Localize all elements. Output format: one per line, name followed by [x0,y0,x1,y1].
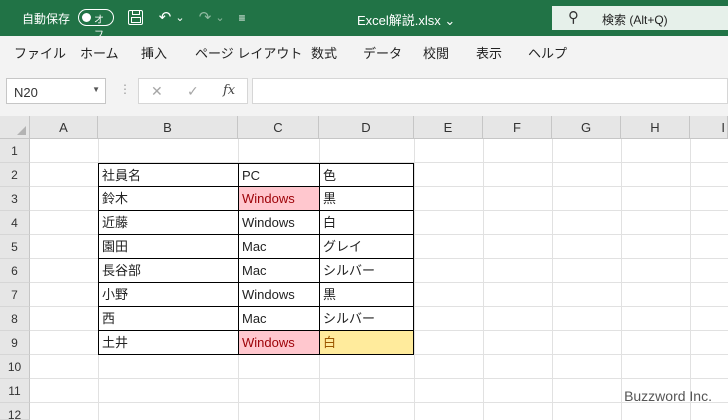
column-header-h[interactable]: H [621,116,690,139]
ribbon-tabs: ファイル ホーム 挿入 ページ レイアウト 数式 データ 校閲 表示 ヘルプ [0,36,728,68]
search-icon: ⚲ [568,9,579,26]
name-box[interactable]: N20 ▼ [6,78,106,104]
table-cell[interactable]: 西 [98,306,239,331]
name-box-value: N20 [14,85,38,100]
row-header-3[interactable]: 3 [0,187,30,211]
search-placeholder: 検索 (Alt+Q) [602,13,668,27]
table-cell[interactable]: 黒 [319,282,414,307]
watermark-text: Buzzword Inc. [624,388,712,404]
redo-icon: ↷ [198,9,212,26]
tab-help[interactable]: ヘルプ [528,43,567,62]
tab-review[interactable]: 校閲 [423,43,449,62]
select-all-button[interactable] [0,116,30,139]
save-icon[interactable] [128,10,143,25]
row-header-2[interactable]: 2 [0,163,30,187]
row-header-10[interactable]: 10 [0,355,30,379]
column-header-c[interactable]: C [238,116,319,139]
spreadsheet-grid[interactable]: A B C D E F G H I 1 2 3 4 5 6 7 8 9 10 1… [0,116,728,420]
tab-page-layout[interactable]: ページ レイアウト [195,43,302,62]
table-cell[interactable]: 近藤 [98,210,239,235]
chevron-down-icon: ▼ [92,85,100,94]
row-header-11[interactable]: 11 [0,379,30,403]
tab-data[interactable]: データ [363,43,402,62]
column-header-d[interactable]: D [319,116,414,139]
table-cell-highlighted[interactable]: 白 [319,330,414,355]
tab-formulas[interactable]: 数式 [311,43,337,62]
table-cell[interactable]: グレイ [319,234,414,259]
table-cell[interactable]: 鈴木 [98,186,239,211]
tab-file[interactable]: ファイル [14,43,66,62]
chevron-down-icon: ⌄ [444,13,456,28]
toggle-knob [82,13,91,22]
undo-icon[interactable]: ↶ [156,8,174,28]
table-cell-highlighted[interactable]: Windows [238,186,320,211]
row-header-4[interactable]: 4 [0,211,30,235]
tab-insert[interactable]: 挿入 [141,43,167,62]
tab-home[interactable]: ホーム [80,43,119,62]
table-cell[interactable]: シルバー [319,306,414,331]
formula-bar: N20 ▼ ⋮ ✕ ✓ fx [0,68,728,116]
undo-dropdown-icon[interactable]: ⌄ [174,8,186,28]
table-cell[interactable]: Mac [238,234,320,259]
table-header-cell[interactable]: PC [238,163,320,187]
row-header-5[interactable]: 5 [0,235,30,259]
table-cell[interactable]: 小野 [98,282,239,307]
table-header-cell[interactable]: 色 [319,163,414,187]
gridline [30,378,728,379]
autosave-toggle[interactable]: オフ [78,9,114,41]
redo-dropdown-icon: ⌄ [215,12,225,24]
row-header-6[interactable]: 6 [0,259,30,283]
column-header-a[interactable]: A [30,116,98,139]
formula-input[interactable] [252,78,728,104]
cancel-icon[interactable]: ✕ [151,83,163,100]
row-header-9[interactable]: 9 [0,331,30,355]
table-cell[interactable]: Windows [238,210,320,235]
table-cell[interactable]: 黒 [319,186,414,211]
separator-handle-icon: ⋮ [119,82,131,96]
document-title[interactable]: Excel解説.xlsx ⌄ [357,10,455,29]
table-cell[interactable]: 長谷部 [98,258,239,283]
table-cell[interactable]: 白 [319,210,414,235]
enter-icon[interactable]: ✓ [187,83,199,100]
table-header-cell[interactable]: 社員名 [98,163,239,187]
row-header-1[interactable]: 1 [0,139,30,163]
table-cell[interactable]: 土井 [98,330,239,355]
customize-toolbar-icon[interactable]: ≡ [234,8,250,28]
table-cell[interactable]: Mac [238,258,320,283]
tab-view[interactable]: 表示 [476,43,502,62]
autosave-label: 自動保存 [22,12,71,26]
table-cell[interactable]: 園田 [98,234,239,259]
column-header-i[interactable]: I [690,116,728,139]
row-header-7[interactable]: 7 [0,283,30,307]
row-header-12[interactable]: 12 [0,403,30,420]
column-header-b[interactable]: B [98,116,238,139]
search-box[interactable]: ⚲ 検索 (Alt+Q) [552,6,728,30]
formula-buttons: ✕ ✓ fx [138,78,248,104]
filename-text: Excel解説.xlsx [357,13,441,28]
row-header-8[interactable]: 8 [0,307,30,331]
column-header-e[interactable]: E [414,116,483,139]
table-cell[interactable]: Windows [238,282,320,307]
column-header-f[interactable]: F [483,116,552,139]
table-cell-highlighted[interactable]: Windows [238,330,320,355]
table-cell[interactable]: シルバー [319,258,414,283]
title-bar: 自動保存 オフ ↶ ⌄ ↷ ⌄ ≡ Excel解説.xlsx ⌄ ⚲ 検索 (A… [0,0,728,41]
table-cell[interactable]: Mac [238,306,320,331]
column-header-g[interactable]: G [552,116,621,139]
insert-function-icon[interactable]: fx [223,83,235,98]
